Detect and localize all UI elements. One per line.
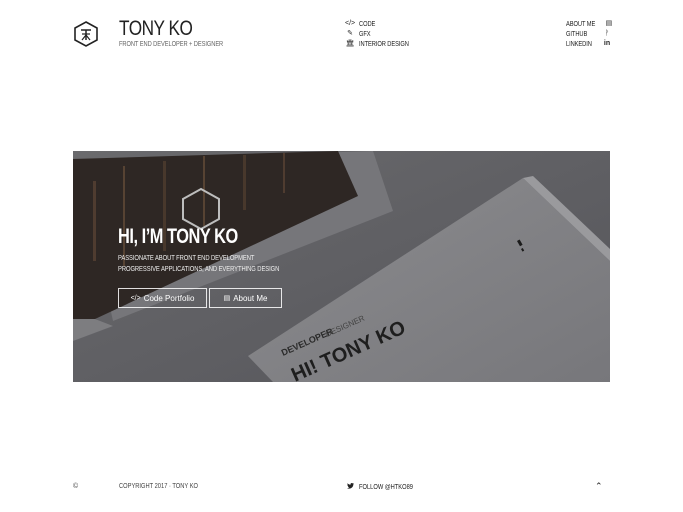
code-portfolio-label: Code Portfolio (143, 293, 195, 303)
hero-subtitle-line-2: PROGRESSIVE APPLICATIONS, AND EVERYTHING… (118, 264, 280, 273)
nav-item-label: INTERIOR DESIGN (359, 40, 409, 48)
scroll-top-chevron-icon[interactable]: ⌃ (595, 481, 603, 492)
nav-item-linkedin[interactable]: LINKEDIN in (566, 39, 612, 49)
github-icon: ᚹ (604, 30, 610, 37)
nav-item-label: GITHUB (566, 30, 588, 38)
code-icon: </> (345, 20, 356, 27)
linkedin-icon: in (603, 40, 611, 47)
nav-item-label: CODE (359, 20, 376, 28)
nav-item-interior-design[interactable]: 🏛 INTERIOR DESIGN (345, 39, 420, 49)
nav-item-gfx[interactable]: ✎ GFX (345, 29, 420, 39)
id-card-icon: ▤ (605, 20, 613, 27)
site-header: TONY KO FRONT END DEVELOPER + DESIGNER <… (0, 0, 683, 70)
follow-label: FOLLOW @HTKO89 (359, 483, 413, 491)
brand-tagline: FRONT END DEVELOPER + DESIGNER (119, 41, 224, 48)
nav-item-label: LINKEDIN (566, 40, 592, 48)
hero-title: HI, I’M TONY KO (118, 225, 238, 248)
nav-item-about-me[interactable]: ABOUT ME ▤ (566, 19, 612, 29)
about-me-button[interactable]: ▤ About Me (209, 288, 282, 308)
hero-subtitle-line-1: PASSIONATE ABOUT FRONT END DEVELOPMENT (118, 253, 255, 262)
site-footer: © COPYRIGHT 2017 · TONY KO FOLLOW @HTKO8… (0, 478, 683, 498)
code-portfolio-button[interactable]: </> Code Portfolio (118, 288, 207, 308)
secondary-nav: ABOUT ME ▤ GITHUB ᚹ LINKEDIN in (566, 19, 612, 49)
nav-item-label: GFX (359, 30, 371, 38)
code-icon: </> (130, 294, 141, 302)
twitter-icon (345, 483, 355, 491)
building-icon: 🏛 (345, 40, 355, 47)
hero-banner: DEVELOPER DESIGNER HI! TONY KO HI, I’M T… (73, 151, 610, 382)
about-me-label: About Me (233, 293, 268, 303)
follow-twitter-link[interactable]: FOLLOW @HTKO89 (345, 483, 425, 491)
copyright-icon: © (73, 483, 79, 490)
nav-item-code[interactable]: </> CODE (345, 19, 420, 29)
nav-item-github[interactable]: GITHUB ᚹ (566, 29, 612, 39)
id-card-icon: ▤ (223, 295, 231, 302)
primary-nav: </> CODE ✎ GFX 🏛 INTERIOR DESIGN (345, 19, 420, 49)
copyright-text: COPYRIGHT 2017 · TONY KO (119, 483, 199, 490)
brush-icon: ✎ (347, 30, 353, 37)
brand-name[interactable]: TONY KO (119, 17, 193, 41)
nav-item-label: ABOUT ME (566, 20, 596, 28)
hexagon-logo-icon[interactable] (74, 21, 98, 47)
